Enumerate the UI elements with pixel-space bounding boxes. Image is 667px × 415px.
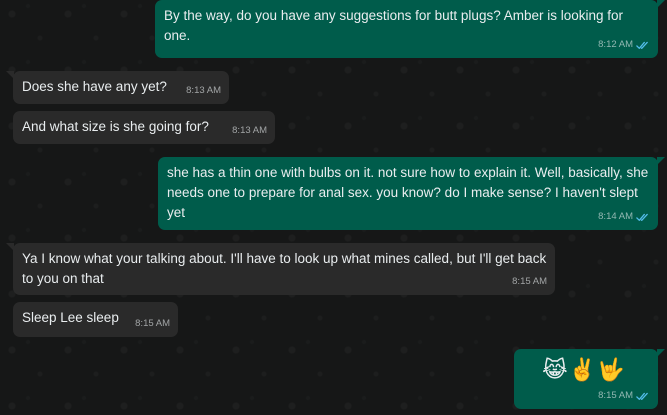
message-text: she has a thin one with bulbs on it. not… [167, 165, 649, 220]
double-check-icon [636, 213, 648, 221]
message-time: 8:14 AM [598, 211, 633, 222]
message-bubble-outgoing[interactable]: she has a thin one with bulbs on it. not… [158, 157, 665, 230]
message-text: Ya I know what your talking about. I'll … [22, 251, 547, 286]
message-time: 8:15 AM [512, 276, 547, 287]
message-time: 8:13 AM [232, 125, 267, 136]
double-check-icon [636, 392, 648, 400]
message-bubble-incoming[interactable]: Ya I know what your talking about. I'll … [6, 243, 555, 295]
message-meta: 8:13 AM [232, 121, 267, 141]
message-meta: 8:15 AM [512, 272, 547, 292]
message-meta: 8:13 AM [186, 81, 221, 101]
message-bubble-incoming[interactable]: Sleep Lee sleep 8:15 AM [13, 302, 178, 337]
message-emoji-text: 😹✌️🤟 [542, 357, 626, 382]
message-text: And what size is she going for? [22, 119, 209, 134]
message-meta: 8:12 AM [598, 35, 650, 55]
message-time: 8:12 AM [598, 39, 633, 50]
message-bubble-incoming[interactable]: Does she have any yet? 8:13 AM [6, 71, 229, 104]
message-bubble-incoming[interactable]: And what size is she going for? 8:13 AM [13, 111, 275, 144]
message-text: By the way, do you have any suggestions … [164, 8, 624, 43]
message-meta: 8:15 AM [135, 314, 170, 334]
message-bubble-outgoing[interactable]: By the way, do you have any suggestions … [155, 0, 665, 58]
message-time: 8:15 AM [598, 390, 633, 401]
double-check-icon [636, 41, 648, 49]
chat-message-list: By the way, do you have any suggestions … [0, 0, 667, 415]
message-bubble-outgoing[interactable]: 😹✌️🤟 8:15 AM [514, 349, 665, 409]
message-time: 8:15 AM [135, 318, 170, 329]
message-time: 8:13 AM [186, 85, 221, 96]
message-meta: 8:15 AM [598, 386, 650, 406]
message-meta: 8:14 AM [598, 207, 650, 227]
